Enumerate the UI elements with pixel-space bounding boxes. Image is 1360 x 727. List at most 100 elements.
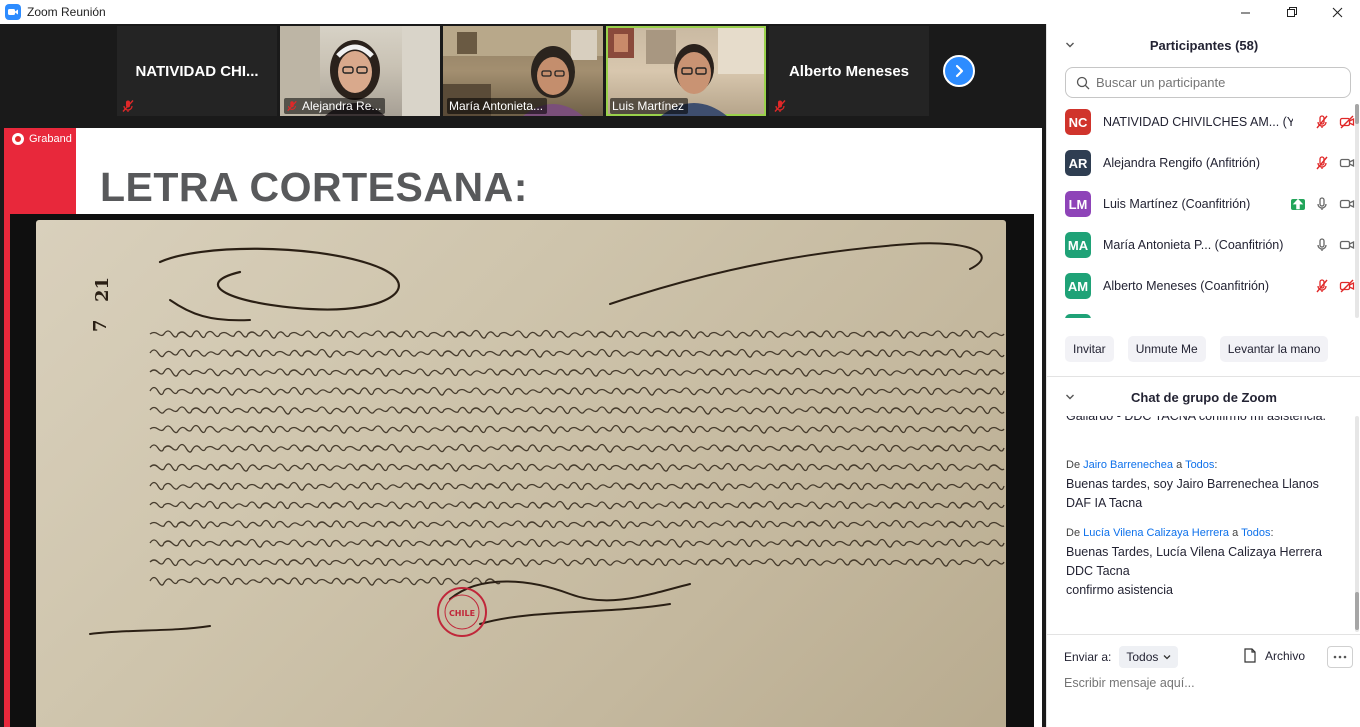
participant-tile-alberto-meneses[interactable]: Alberto Meneses — [769, 26, 929, 116]
participant-row[interactable]: AM Alberto Meneses (Coanfitrión) — [1065, 273, 1355, 299]
chat-message-text: Gallardo - DDC TACNA confirmo mi asisten… — [1066, 416, 1327, 423]
document-number: 7 — [90, 319, 111, 332]
manuscript-line — [149, 405, 1005, 415]
archive-stamp: CHILE — [437, 587, 487, 637]
chat-meta-colon: : — [1214, 459, 1218, 471]
chat-scrollbar-thumb[interactable] — [1355, 592, 1359, 630]
participant-row[interactable]: LM Luis Martínez (Coanfitrión) — [1065, 191, 1355, 217]
file-label: Archivo — [1265, 648, 1306, 663]
recording-icon — [12, 133, 24, 145]
manuscript-line — [149, 538, 1005, 548]
participant-row[interactable]: NC NATIVIDAD CHIVILCHES AM... (Yo) — [1065, 109, 1355, 135]
mic-muted-icon[interactable] — [1314, 114, 1330, 130]
mic-muted-icon[interactable] — [1314, 278, 1330, 294]
chevron-down-icon[interactable] — [1065, 392, 1075, 402]
participant-name: Alberto Meneses (Coanfitrión) — [1103, 279, 1270, 293]
chat-message-input[interactable] — [1064, 676, 1344, 690]
mic-icon[interactable] — [1314, 196, 1330, 212]
raise-hand-button[interactable]: Levantar la mano — [1219, 336, 1329, 362]
more-icon — [1333, 655, 1347, 659]
manuscript-handwriting: 21 7 CHILE — [89, 242, 1005, 637]
side-panel: Participantes (58) NC NATIVIDAD CHIVILCHE… — [1046, 24, 1360, 727]
chat-message-text: Buenas tardes, soy Jairo Barrenechea Lla… — [1066, 477, 1319, 510]
participant-search[interactable] — [1065, 67, 1351, 98]
tile-name: NATIVIDAD CHI... — [135, 62, 259, 80]
more-options-button[interactable] — [1327, 646, 1353, 668]
video-icon[interactable] — [1339, 237, 1355, 253]
participant-list: NC NATIVIDAD CHIVILCHES AM... (Yo) AR Aleja… — [1047, 104, 1360, 318]
slide-title: LETRA CORTESANA: — [100, 164, 528, 210]
mic-icon[interactable] — [1314, 237, 1330, 253]
chat-sender[interactable]: Jairo Barrenechea — [1083, 459, 1173, 471]
chat-message: Gallardo - DDC TACNA confirmo mi asisten… — [1066, 416, 1346, 426]
chevron-down-icon[interactable] — [1065, 40, 1075, 50]
chat-recipient[interactable]: Todos — [1185, 459, 1214, 471]
search-icon — [1076, 76, 1090, 89]
chat-message: De Lucía Vilena Calizaya Herrera a Todos… — [1066, 526, 1346, 600]
manuscript-line — [149, 481, 1005, 491]
video-gallery-strip: NATIVIDAD CHI... Alejandra Re... María A… — [0, 24, 1046, 120]
recording-indicator[interactable]: Graband — [12, 133, 72, 145]
participants-title: Participantes (58) — [1149, 37, 1259, 53]
meeting-area: NATIVIDAD CHI... Alejandra Re... María A… — [0, 24, 1046, 727]
chat-meta-colon: : — [1270, 527, 1274, 539]
tile-caption: María Antonieta... — [447, 98, 548, 114]
video-off-icon[interactable] — [1339, 114, 1355, 130]
participant-tile-luis-martinez[interactable]: Luis Martínez — [606, 26, 766, 116]
participant-name: Luis Martínez (Coanfitrión) — [1103, 197, 1251, 211]
mic-muted-icon — [774, 100, 786, 112]
participant-tile-maria-antonieta[interactable]: María Antonieta... — [443, 26, 603, 116]
mic-muted-icon — [287, 100, 297, 112]
file-button[interactable]: Archivo — [1243, 648, 1305, 663]
manuscript-line — [149, 348, 1005, 358]
tile-name: Alejandra Re... — [302, 99, 382, 113]
close-icon[interactable] — [1314, 0, 1360, 24]
shared-screen: Graband LETRA CORTESANA: 21 7 CHILE — [4, 128, 1042, 727]
send-to-row: Enviar a: Todos — [1064, 646, 1179, 668]
chat-sender[interactable]: Lucía Vilena Calizaya Herrera — [1083, 527, 1229, 539]
unmute-me-button[interactable]: Unmute Me — [1127, 336, 1206, 362]
window-title: Zoom Reunión — [27, 5, 106, 19]
participant-row[interactable] — [1065, 314, 1355, 318]
participant-scrollbar-thumb[interactable] — [1355, 104, 1359, 124]
participant-scrollbar-track[interactable] — [1355, 104, 1359, 318]
file-icon — [1244, 648, 1256, 663]
video-icon[interactable] — [1339, 155, 1355, 171]
chat-from-prefix: De — [1066, 459, 1081, 471]
video-off-icon[interactable] — [1339, 278, 1355, 294]
section-divider — [1047, 634, 1360, 635]
recording-label: Graband — [29, 133, 72, 145]
chevron-down-icon — [1163, 655, 1171, 660]
participant-tile-alejandra[interactable]: Alejandra Re... — [280, 26, 440, 116]
minimize-icon[interactable] — [1222, 0, 1268, 24]
tile-caption: Luis Martínez — [610, 98, 689, 114]
avatar: AM — [1065, 273, 1091, 299]
search-input[interactable] — [1096, 75, 1336, 90]
manuscript-line — [149, 424, 1005, 434]
avatar: MA — [1065, 232, 1091, 258]
participant-tile-natividad[interactable]: NATIVIDAD CHI... — [117, 26, 277, 116]
chat-title: Chat de grupo de Zoom — [1131, 389, 1277, 405]
send-to-select[interactable]: Todos — [1119, 646, 1179, 668]
mic-muted-icon[interactable] — [1314, 155, 1330, 171]
maximize-icon[interactable] — [1268, 0, 1314, 24]
manuscript-line — [149, 329, 1005, 339]
invite-button[interactable]: Invitar — [1065, 336, 1114, 362]
stamp-text: CHILE — [449, 609, 475, 618]
manuscript-ink-lines — [149, 329, 1005, 586]
participant-row[interactable]: MA María Antonieta P... (Coanfitrión) — [1065, 232, 1355, 258]
chat-recipient[interactable]: Todos — [1241, 527, 1270, 539]
manuscript-line — [149, 462, 1005, 472]
tile-name: Alberto Meneses — [788, 62, 910, 80]
chat-message: De Jairo Barrenechea a Todos: Buenas tar… — [1066, 458, 1346, 513]
video-icon[interactable] — [1339, 196, 1355, 212]
section-divider — [1047, 376, 1360, 377]
zoom-camera-icon — [5, 4, 21, 20]
avatar — [1065, 314, 1091, 318]
participant-row[interactable]: AR Alejandra Rengifo (Anfitrión) — [1065, 150, 1355, 176]
gallery-next-button[interactable] — [943, 55, 975, 87]
avatar: LM — [1065, 191, 1091, 217]
manuscript-line — [149, 386, 1005, 396]
participant-status-icons — [1314, 237, 1355, 253]
send-to-value: Todos — [1126, 650, 1159, 664]
